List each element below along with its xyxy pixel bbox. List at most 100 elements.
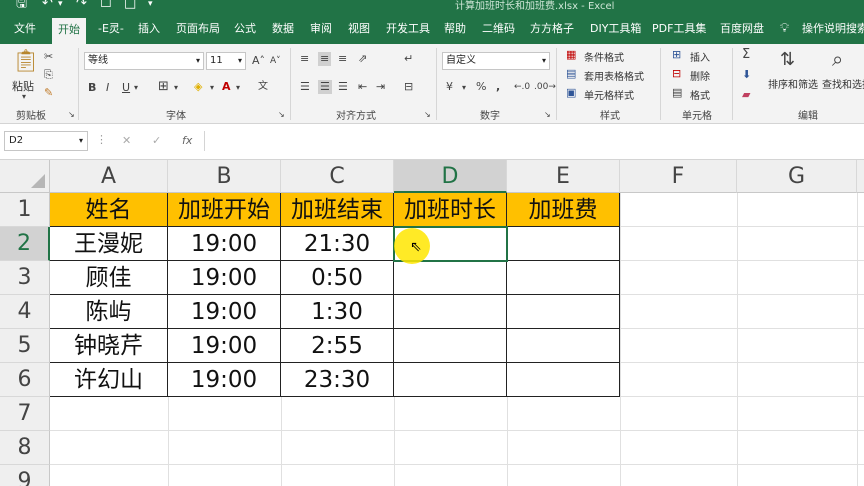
number-launcher-icon[interactable]: ↘ — [544, 108, 551, 122]
row-header-6[interactable]: 6 — [0, 363, 50, 397]
clear-icon[interactable]: ▰ — [742, 88, 750, 102]
tab-fangfang[interactable]: 方方格子 — [530, 14, 574, 44]
borders-icon[interactable]: ⊞ — [158, 80, 169, 94]
orientation-icon[interactable]: ⇗ — [358, 52, 367, 66]
insert-function-icon[interactable]: fx — [182, 134, 192, 148]
row-header-3[interactable]: 3 — [0, 261, 50, 295]
autosum-icon[interactable]: Σ — [742, 48, 750, 62]
table-cell[interactable]: 王漫妮 — [50, 227, 168, 261]
column-header-b[interactable]: B — [168, 160, 281, 193]
align-bottom-icon[interactable]: ≡ — [338, 52, 347, 66]
column-header-c[interactable]: C — [281, 160, 394, 193]
font-color-icon[interactable]: A — [222, 80, 231, 94]
table-cell[interactable]: 陈屿 — [50, 295, 168, 329]
tab-e-ling[interactable]: -E灵- — [98, 14, 124, 44]
table-header-cell[interactable]: 加班结束 — [281, 193, 394, 227]
row-header-7[interactable]: 7 — [0, 397, 50, 431]
table-cell[interactable]: 钟晓芹 — [50, 329, 168, 363]
font-launcher-icon[interactable]: ↘ — [278, 108, 285, 122]
italic-icon[interactable]: I — [106, 81, 109, 95]
new-file-icon[interactable]: ☐ — [100, 0, 112, 12]
decrease-font-icon[interactable]: A˅ — [270, 54, 281, 68]
table-cell[interactable] — [394, 295, 507, 329]
alignment-launcher-icon[interactable]: ↘ — [424, 108, 431, 122]
row-header-9[interactable]: 9 — [0, 465, 50, 486]
tab-formulas[interactable]: 公式 — [234, 14, 256, 44]
row-header-8[interactable]: 8 — [0, 431, 50, 465]
tab-data[interactable]: 数据 — [272, 14, 294, 44]
accounting-dropdown-icon[interactable]: ▾ — [462, 81, 466, 95]
table-cell[interactable] — [507, 227, 620, 261]
paste-icon[interactable]: 📋︎ — [12, 50, 40, 74]
table-header-cell[interactable]: 加班时长 — [394, 193, 507, 227]
column-header-a[interactable]: A — [50, 160, 168, 193]
row-header-5[interactable]: 5 — [0, 329, 50, 363]
table-cell[interactable]: 21:30 — [281, 227, 394, 261]
insert-cells-button[interactable]: 插入 — [690, 49, 710, 64]
table-cell[interactable]: 顾佳 — [50, 261, 168, 295]
font-color-dropdown-icon[interactable]: ▾ — [236, 81, 240, 95]
redo-icon[interactable]: ↷ — [76, 0, 87, 12]
copy-icon[interactable]: ⎘ — [44, 68, 53, 82]
underline-icon[interactable]: U — [122, 81, 130, 95]
row-header-4[interactable]: 4 — [0, 295, 50, 329]
format-cells-button[interactable]: 格式 — [690, 87, 710, 102]
tab-qrcode[interactable]: 二维码 — [482, 14, 515, 44]
row-header-1[interactable]: 1 — [0, 193, 50, 227]
fill-color-dropdown-icon[interactable]: ▾ — [210, 81, 214, 95]
table-cell[interactable]: 19:00 — [168, 363, 281, 397]
table-header-cell[interactable]: 加班费 — [507, 193, 620, 227]
cut-icon[interactable]: ✂ — [44, 50, 53, 64]
worksheet-grid[interactable]: A B C D E F G 1 2 3 4 5 6 7 8 9 姓名 加班开始 … — [0, 160, 864, 486]
select-all-corner[interactable] — [0, 160, 50, 193]
table-cell[interactable]: 2:55 — [281, 329, 394, 363]
decrease-indent-icon[interactable]: ⇤ — [358, 80, 367, 94]
tab-diy-toolbox[interactable]: DIY工具箱 — [590, 14, 641, 44]
format-painter-icon[interactable]: ✎ — [44, 86, 53, 100]
find-select-button[interactable]: 查找和选择 — [822, 76, 864, 91]
borders-dropdown-icon[interactable]: ▾ — [174, 81, 178, 95]
table-cell[interactable] — [394, 363, 507, 397]
bold-icon[interactable]: B — [88, 81, 96, 95]
align-right-icon[interactable]: ☰ — [338, 80, 348, 94]
table-header-cell[interactable]: 加班开始 — [168, 193, 281, 227]
increase-font-icon[interactable]: A˄ — [252, 54, 265, 68]
cancel-formula-icon[interactable]: ✕ — [122, 134, 131, 148]
table-cell[interactable] — [507, 261, 620, 295]
font-name-combo[interactable]: 等线 ▾ — [84, 52, 204, 70]
tab-insert[interactable]: 插入 — [138, 14, 160, 44]
increase-decimal-icon[interactable]: ←.0 — [514, 80, 530, 94]
name-box[interactable]: D2 ▾ — [4, 131, 88, 151]
table-cell[interactable]: 23:30 — [281, 363, 394, 397]
row-header-2[interactable]: 2 — [0, 227, 50, 261]
align-middle-icon[interactable]: ≡ — [318, 52, 332, 66]
tab-review[interactable]: 审阅 — [310, 14, 332, 44]
align-left-icon[interactable]: ☰ — [300, 80, 310, 94]
formula-input[interactable] — [204, 131, 864, 151]
comma-style-icon[interactable]: , — [496, 80, 500, 94]
clipboard-launcher-icon[interactable]: ↘ — [68, 108, 75, 122]
font-size-combo[interactable]: 11 ▾ — [206, 52, 246, 70]
accounting-icon[interactable]: ¥ — [446, 80, 453, 94]
paste-dropdown-icon[interactable]: ▾ — [22, 90, 26, 104]
table-cell[interactable] — [394, 261, 507, 295]
table-cell[interactable]: 0:50 — [281, 261, 394, 295]
table-cell[interactable]: 19:00 — [168, 295, 281, 329]
column-header-d[interactable]: D — [394, 160, 507, 193]
tab-file[interactable]: 文件 — [14, 14, 36, 44]
table-cell[interactable] — [507, 295, 620, 329]
table-cell[interactable]: 19:00 — [168, 329, 281, 363]
cell-styles-button[interactable]: 单元格样式 — [584, 87, 634, 102]
tab-home[interactable]: 开始 — [52, 18, 86, 44]
sort-filter-button[interactable]: 排序和筛选 — [768, 76, 818, 91]
tab-view[interactable]: 视图 — [348, 14, 370, 44]
underline-dropdown-icon[interactable]: ▾ — [134, 81, 138, 95]
column-header-g[interactable]: G — [737, 160, 857, 193]
column-header-e[interactable]: E — [507, 160, 620, 193]
table-cell[interactable]: 1:30 — [281, 295, 394, 329]
number-format-combo[interactable]: 自定义 ▾ — [442, 52, 550, 70]
tab-page-layout[interactable]: 页面布局 — [176, 14, 220, 44]
percent-icon[interactable]: % — [476, 80, 486, 94]
table-cell[interactable] — [394, 329, 507, 363]
tab-baidu-netdisk[interactable]: 百度网盘 — [720, 14, 764, 44]
